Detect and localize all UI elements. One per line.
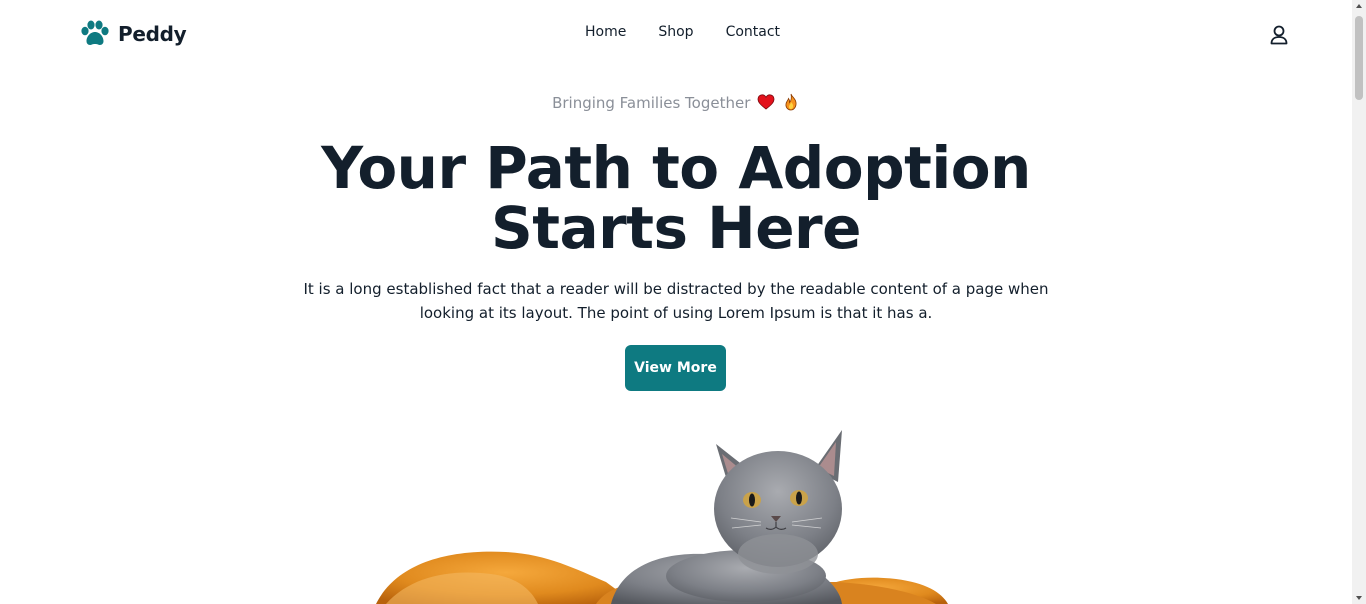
hero-title: Your Path to Adoption Starts Here	[276, 138, 1076, 258]
hero-title-line2: Starts Here	[491, 194, 862, 262]
nav-home-link[interactable]: Home	[585, 24, 626, 40]
hero-image	[276, 404, 1076, 604]
navbar: Peddy Home Shop Contact	[0, 0, 1352, 70]
nav-shop-link[interactable]: Shop	[658, 24, 693, 40]
scroll-up-icon[interactable]	[1355, 2, 1363, 10]
user-icon[interactable]	[1268, 24, 1290, 46]
hero-eyebrow: Bringing Families Together	[0, 93, 1352, 112]
brand-name: Peddy	[118, 22, 187, 46]
hero-title-line1: Your Path to Adoption	[321, 134, 1031, 202]
heart-icon	[757, 94, 775, 110]
scroll-down-icon[interactable]	[1355, 594, 1363, 602]
paw-icon	[81, 20, 109, 45]
scrollbar-thumb[interactable]	[1355, 16, 1363, 100]
main-nav: Home Shop Contact	[585, 24, 780, 40]
cat-and-dog-illustration	[376, 430, 948, 604]
hero-description: It is a long established fact that a rea…	[303, 280, 1049, 322]
page-scrollbar[interactable]	[1352, 0, 1366, 604]
fire-icon	[785, 93, 797, 111]
view-more-button[interactable]: View More	[625, 345, 726, 391]
hero-eyebrow-text: Bringing Families Together	[552, 94, 751, 112]
nav-contact-link[interactable]: Contact	[726, 24, 780, 40]
brand[interactable]: Peddy	[80, 20, 187, 48]
